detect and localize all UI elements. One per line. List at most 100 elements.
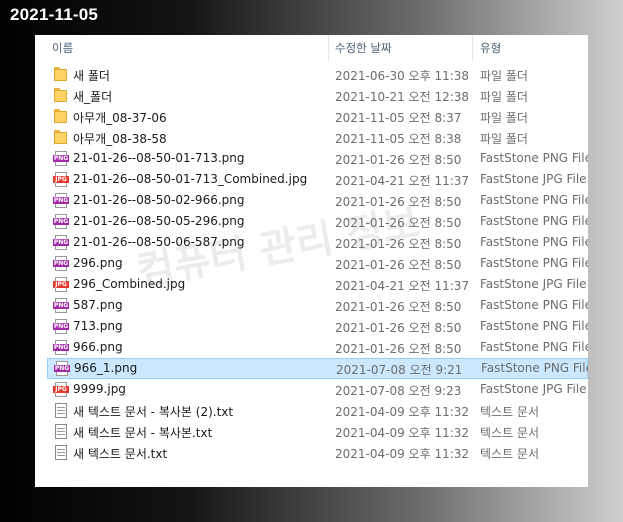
file-date-modified: 2021-04-21 오전 11:37 xyxy=(335,279,470,293)
file-date-modified: 2021-07-08 오전 9:21 xyxy=(336,363,463,377)
jpg-icon: JPG xyxy=(53,277,69,292)
file-type: 텍스트 문서 xyxy=(480,426,540,440)
file-type: FastStone PNG File xyxy=(480,193,588,207)
file-date-modified: 2021-04-09 오후 11:32 xyxy=(335,405,470,419)
file-name: 966_1.png xyxy=(74,361,138,375)
txt-icon xyxy=(53,424,69,439)
file-row[interactable]: 새 폴더 2021-06-30 오후 11:38 파일 폴더 xyxy=(35,64,588,85)
file-name: 21-01-26--08-50-01-713_Combined.jpg xyxy=(73,172,308,186)
file-list-panel: ^ 이름 수정한 날짜 유형 컴퓨터 관리 정보 새 폴더 2021-06-30 … xyxy=(35,35,588,487)
file-type: FastStone JPG File xyxy=(480,382,587,396)
file-type: FastStone JPG File xyxy=(480,277,587,291)
file-type-badge: PNG xyxy=(53,239,69,246)
txt-icon xyxy=(53,445,69,460)
file-type: 파일 폴더 xyxy=(480,111,528,125)
file-row[interactable]: 새_폴더 2021-10-21 오전 12:38 파일 폴더 xyxy=(35,85,588,106)
file-name: 아무개_08-38-58 xyxy=(73,132,167,146)
file-name: 296_Combined.jpg xyxy=(73,277,186,291)
file-row[interactable]: JPG 9999.jpg 2021-07-08 오전 9:23 FastStone J… xyxy=(35,379,588,400)
file-date-modified: 2021-11-05 오전 8:37 xyxy=(335,111,462,125)
png-icon: PNG xyxy=(53,340,69,355)
png-icon: PNG xyxy=(53,298,69,313)
file-row[interactable]: JPG 296_Combined.jpg 2021-04-21 오전 11:37 Fa… xyxy=(35,274,588,295)
file-name: 296.png xyxy=(73,256,123,270)
file-row[interactable]: PNG 21-01-26--08-50-05-296.png 2021-01-26 … xyxy=(35,211,588,232)
file-type: FastStone PNG File xyxy=(480,298,588,312)
file-date-modified: 2021-11-05 오전 8:38 xyxy=(335,132,462,146)
file-row[interactable]: PNG 713.png 2021-01-26 오전 8:50 FastStone PN… xyxy=(35,316,588,337)
file-name: 새 텍스트 문서 - 복사본 (2).txt xyxy=(73,405,234,419)
file-type: 텍스트 문서 xyxy=(480,447,540,461)
file-row[interactable]: PNG 21-01-26--08-50-01-713.png 2021-01-26 … xyxy=(35,148,588,169)
file-date-modified: 2021-04-21 오전 11:37 xyxy=(335,174,470,188)
sort-arrow-icon: ^ xyxy=(181,35,190,41)
file-date-modified: 2021-01-26 오전 8:50 xyxy=(335,342,462,356)
file-row[interactable]: 새 텍스트 문서 - 복사본 (2).txt 2021-04-09 오후 11:3… xyxy=(35,400,588,421)
file-name: 9999.jpg xyxy=(73,382,126,396)
file-row[interactable]: 아무개_08-38-58 2021-11-05 오전 8:38 파일 폴더 xyxy=(35,127,588,148)
file-row[interactable]: JPG 21-01-26--08-50-01-713_Combined.jpg 20… xyxy=(35,169,588,190)
file-row[interactable]: PNG 966_1.png 2021-07-08 오전 9:21 FastStone … xyxy=(47,358,588,379)
file-date-modified: 2021-04-09 오후 11:32 xyxy=(335,426,470,440)
file-name: 21-01-26--08-50-02-966.png xyxy=(73,193,245,207)
file-date-modified: 2021-06-30 오후 11:38 xyxy=(335,69,470,83)
file-row[interactable]: PNG 587.png 2021-01-26 오전 8:50 FastStone PN… xyxy=(35,295,588,316)
file-name: 21-01-26--08-50-06-587.png xyxy=(73,235,245,249)
column-header-bar: ^ 이름 수정한 날짜 유형 xyxy=(35,35,588,60)
file-type-badge: PNG xyxy=(53,302,69,309)
file-type-badge: PNG xyxy=(53,344,69,351)
file-row[interactable]: 새 텍스트 문서.txt 2021-04-09 오후 11:32 텍스트 문서 xyxy=(35,442,588,463)
file-type-badge: PNG xyxy=(53,260,69,267)
file-row[interactable]: PNG 21-01-26--08-50-06-587.png 2021-01-26 … xyxy=(35,232,588,253)
file-row[interactable]: PNG 966.png 2021-01-26 오전 8:50 FastStone PN… xyxy=(35,337,588,358)
file-name: 새 폴더 xyxy=(73,69,110,83)
column-divider[interactable] xyxy=(328,35,329,60)
jpg-icon: JPG xyxy=(53,382,69,397)
file-date-modified: 2021-01-26 오전 8:50 xyxy=(335,195,462,209)
file-date-modified: 2021-01-26 오전 8:50 xyxy=(335,153,462,167)
column-header-name[interactable]: 이름 xyxy=(52,40,73,56)
file-name: 21-01-26--08-50-01-713.png xyxy=(73,151,245,165)
file-date-modified: 2021-01-26 오전 8:50 xyxy=(335,216,462,230)
file-name: 아무개_08-37-06 xyxy=(73,111,167,125)
file-type: FastStone PNG File xyxy=(480,235,588,249)
file-type-badge: JPG xyxy=(53,386,69,393)
file-type: FastStone PNG File xyxy=(480,214,588,228)
file-type-badge: JPG xyxy=(53,176,69,183)
jpg-icon: JPG xyxy=(53,172,69,187)
file-name: 713.png xyxy=(73,319,123,333)
png-icon: PNG xyxy=(53,235,69,250)
file-type: FastStone PNG File xyxy=(480,151,588,165)
txt-icon xyxy=(53,403,69,418)
file-type-badge: JPG xyxy=(53,281,69,288)
file-type: FastStone PNG File xyxy=(480,256,588,270)
file-row[interactable]: PNG 21-01-26--08-50-02-966.png 2021-01-26 … xyxy=(35,190,588,211)
png-icon: PNG xyxy=(53,214,69,229)
file-type: 파일 폴더 xyxy=(480,132,528,146)
file-type-badge: PNG xyxy=(53,155,69,162)
file-row[interactable]: PNG 296.png 2021-01-26 오전 8:50 FastStone PN… xyxy=(35,253,588,274)
file-date-modified: 2021-10-21 오전 12:38 xyxy=(335,90,470,104)
column-divider[interactable] xyxy=(472,35,473,60)
folder-icon xyxy=(53,88,69,103)
file-row[interactable]: 아무개_08-37-06 2021-11-05 오전 8:37 파일 폴더 xyxy=(35,106,588,127)
date-stamp: 2021-11-05 xyxy=(10,5,99,24)
file-type: 파일 폴더 xyxy=(480,90,528,104)
column-header-date-modified[interactable]: 수정한 날짜 xyxy=(335,40,392,56)
file-type-badge: PNG xyxy=(53,197,69,204)
file-type: FastStone PNG File xyxy=(481,361,588,375)
file-type: FastStone JPG File xyxy=(480,172,587,186)
file-name: 새 텍스트 문서.txt xyxy=(73,447,168,461)
png-icon: PNG xyxy=(53,319,69,334)
file-row[interactable]: 새 텍스트 문서 - 복사본.txt 2021-04-09 오후 11:32 텍스트… xyxy=(35,421,588,442)
file-name: 새_폴더 xyxy=(73,90,113,104)
file-name: 587.png xyxy=(73,298,123,312)
png-icon: PNG xyxy=(53,151,69,166)
file-type: FastStone PNG File xyxy=(480,340,588,354)
column-header-type[interactable]: 유형 xyxy=(480,40,501,56)
file-date-modified: 2021-01-26 오전 8:50 xyxy=(335,321,462,335)
file-date-modified: 2021-07-08 오전 9:23 xyxy=(335,384,462,398)
file-date-modified: 2021-01-26 오전 8:50 xyxy=(335,237,462,251)
file-date-modified: 2021-04-09 오후 11:32 xyxy=(335,447,470,461)
file-date-modified: 2021-01-26 오전 8:50 xyxy=(335,258,462,272)
